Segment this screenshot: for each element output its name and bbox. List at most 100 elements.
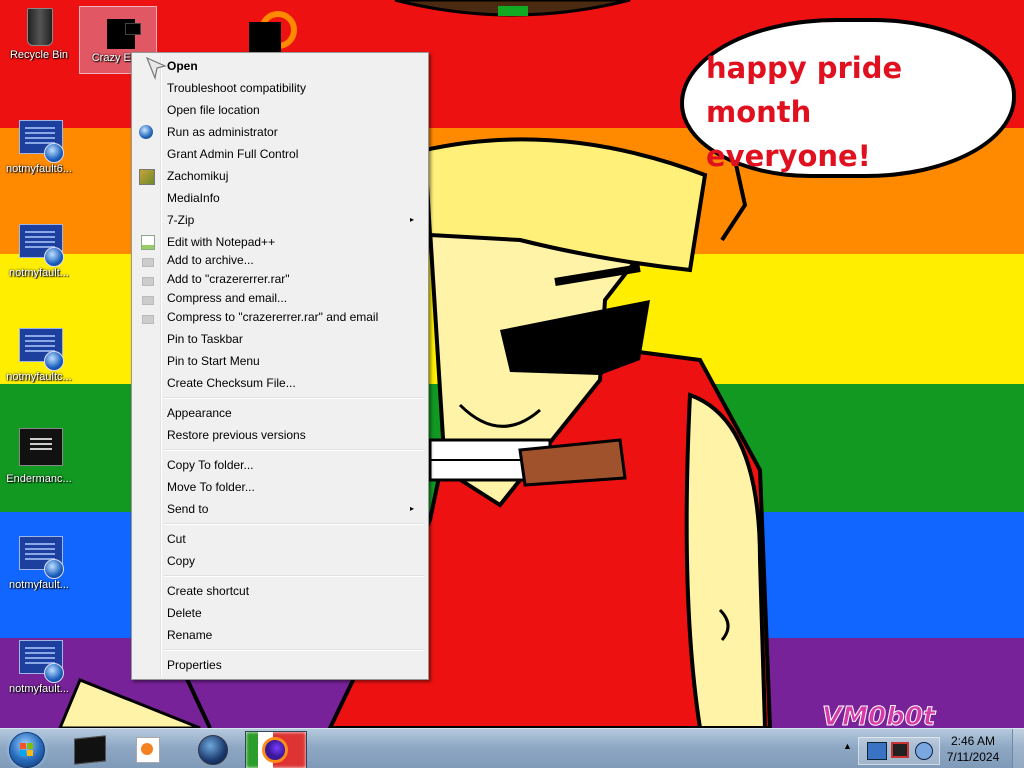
menu-item-label: Add to "crazererrer.rar" xyxy=(167,272,290,286)
tray-app-icon[interactable] xyxy=(867,742,887,760)
menu-item-label: Cut xyxy=(167,532,186,546)
menu-item-appearance[interactable]: Appearance xyxy=(134,402,424,424)
menu-item-label: Zachomikuj xyxy=(167,169,229,183)
desktop-icon-notmyfault-1[interactable]: notmyfault6... xyxy=(0,118,78,175)
speech-line-1: happy pride month xyxy=(706,51,903,129)
clock-time: 2:46 AM xyxy=(950,734,996,748)
submenu-arrow-icon: ▸ xyxy=(409,215,414,224)
desktop-icon-notmyfault-5[interactable]: notmyfault... xyxy=(0,638,78,695)
tray-volume-icon[interactable] xyxy=(915,742,933,760)
archive-icon xyxy=(142,296,154,305)
taskbar-clock[interactable]: 2:46 AM 7/11/2024 xyxy=(940,733,1006,765)
menu-item-send-to[interactable]: Send to ▸ xyxy=(134,498,424,520)
desktop-icon-partial[interactable] xyxy=(249,22,281,52)
clock-date: 7/11/2024 xyxy=(946,750,1000,764)
hamster-icon xyxy=(139,169,155,185)
media-player-icon xyxy=(136,737,160,763)
desktop-icon-label: notmyfault... xyxy=(9,579,69,591)
menu-item-restore-versions[interactable]: Restore previous versions xyxy=(134,424,424,446)
menu-item-label: Copy xyxy=(167,554,196,568)
menu-item-label: Add to archive... xyxy=(167,253,254,267)
menu-item-copy[interactable]: Copy xyxy=(134,550,424,572)
archive-icon xyxy=(142,277,154,286)
menu-item-label: Restore previous versions xyxy=(167,428,306,442)
menu-item-label: Pin to Start Menu xyxy=(167,354,260,368)
menu-item-mediainfo[interactable]: MediaInfo xyxy=(134,187,424,209)
desktop-icon-endermanc[interactable]: Endermanc... xyxy=(0,428,78,485)
menu-item-cut[interactable]: Cut xyxy=(134,528,424,550)
menu-item-label: Troubleshoot compatibility xyxy=(167,81,306,95)
tray-expand-button[interactable]: ▲ xyxy=(843,741,852,751)
desktop-icon-notmyfault-3[interactable]: notmyfaultc... xyxy=(0,326,78,383)
menu-separator xyxy=(164,523,424,525)
menu-item-create-shortcut[interactable]: Create shortcut xyxy=(134,580,424,602)
menu-item-label: Open file location xyxy=(167,103,260,117)
start-button[interactable] xyxy=(4,730,48,768)
notepad-plus-icon xyxy=(141,235,155,250)
desktop-icon-label: notmyfaultc... xyxy=(6,371,72,383)
menu-item-properties[interactable]: Properties xyxy=(134,654,424,676)
menu-item-label: Create Checksum File... xyxy=(167,376,296,390)
desktop-icon-label: Endermanc... xyxy=(6,473,72,485)
taskbar-button-terminal[interactable] xyxy=(60,731,118,767)
menu-separator xyxy=(164,575,424,577)
menu-item-compress-rar-email[interactable]: Compress to "crazererrer.rar" and email xyxy=(134,308,424,327)
taskbar-button-media-player[interactable] xyxy=(120,731,178,767)
menu-item-move-to-folder[interactable]: Move To folder... xyxy=(134,476,424,498)
menu-item-checksum[interactable]: Create Checksum File... xyxy=(134,372,424,394)
firefox-icon xyxy=(262,737,288,763)
bsod-app-icon xyxy=(16,222,64,267)
mouse-cursor-icon xyxy=(145,56,167,81)
recycle-bin-icon xyxy=(16,4,62,46)
menu-item-notepadpp[interactable]: Edit with Notepad++ xyxy=(134,231,424,253)
desktop-icon-label: notmyfault6... xyxy=(5,163,73,175)
desktop-icon-label: Recycle Bin xyxy=(9,49,69,61)
taskbar-button-browser[interactable] xyxy=(184,731,242,767)
menu-item-grant-admin[interactable]: Grant Admin Full Control xyxy=(134,143,424,165)
menu-item-label: Send to xyxy=(167,502,209,516)
menu-item-copy-to-folder[interactable]: Copy To folder... xyxy=(134,454,424,476)
menu-item-label: Grant Admin Full Control xyxy=(167,147,299,161)
menu-separator xyxy=(164,649,424,651)
terminal-icon xyxy=(74,735,106,765)
menu-separator xyxy=(164,397,424,399)
desktop-icon-recycle-bin[interactable]: Recycle Bin xyxy=(0,4,78,61)
menu-item-open[interactable]: Open xyxy=(134,55,424,77)
menu-item-label: Move To folder... xyxy=(167,480,255,494)
menu-item-pin-taskbar[interactable]: Pin to Taskbar xyxy=(134,328,424,350)
menu-separator xyxy=(164,449,424,451)
menu-item-add-rar[interactable]: Add to "crazererrer.rar" xyxy=(134,270,424,289)
browser-globe-icon xyxy=(198,735,228,765)
menu-item-label: Rename xyxy=(167,628,213,642)
menu-item-label: Run as administrator xyxy=(167,125,278,139)
shield-globe-icon xyxy=(139,125,153,139)
menu-item-run-as-admin[interactable]: Run as administrator xyxy=(134,121,424,143)
menu-item-delete[interactable]: Delete xyxy=(134,602,424,624)
start-orb-icon xyxy=(9,732,45,768)
menu-item-compress-email[interactable]: Compress and email... xyxy=(134,289,424,308)
menu-item-label: Appearance xyxy=(167,406,232,420)
menu-item-rename[interactable]: Rename xyxy=(134,624,424,646)
show-desktop-button[interactable] xyxy=(1012,729,1024,768)
console-app-icon xyxy=(16,428,63,470)
svg-text:VM0b0t: VM0b0t xyxy=(822,702,937,728)
menu-item-troubleshoot[interactable]: Troubleshoot compatibility xyxy=(134,77,424,99)
menu-item-pin-start[interactable]: Pin to Start Menu xyxy=(134,350,424,372)
menu-item-7zip[interactable]: 7-Zip ▸ xyxy=(134,209,424,231)
menu-item-label: Compress to "crazererrer.rar" and email xyxy=(167,310,379,324)
tray-network-icon[interactable] xyxy=(891,742,909,758)
desktop-icon-notmyfault-4[interactable]: notmyfault... xyxy=(0,534,78,591)
menu-item-label: MediaInfo xyxy=(167,191,220,205)
menu-item-open-file-location[interactable]: Open file location xyxy=(134,99,424,121)
menu-item-label: Copy To folder... xyxy=(167,458,254,472)
menu-item-label: Pin to Taskbar xyxy=(167,332,243,346)
menu-item-zachomikuj[interactable]: Zachomikuj xyxy=(134,165,424,187)
bsod-app-icon xyxy=(16,118,64,163)
system-tray xyxy=(858,737,940,765)
app-icon xyxy=(95,7,141,49)
desktop-icon-notmyfault-2[interactable]: notmyfault... xyxy=(0,222,78,279)
taskbar-button-firefox[interactable] xyxy=(245,731,307,768)
menu-item-add-archive[interactable]: Add to archive... xyxy=(134,251,424,270)
bsod-app-icon xyxy=(16,638,64,683)
menu-item-label: Compress and email... xyxy=(167,291,288,305)
